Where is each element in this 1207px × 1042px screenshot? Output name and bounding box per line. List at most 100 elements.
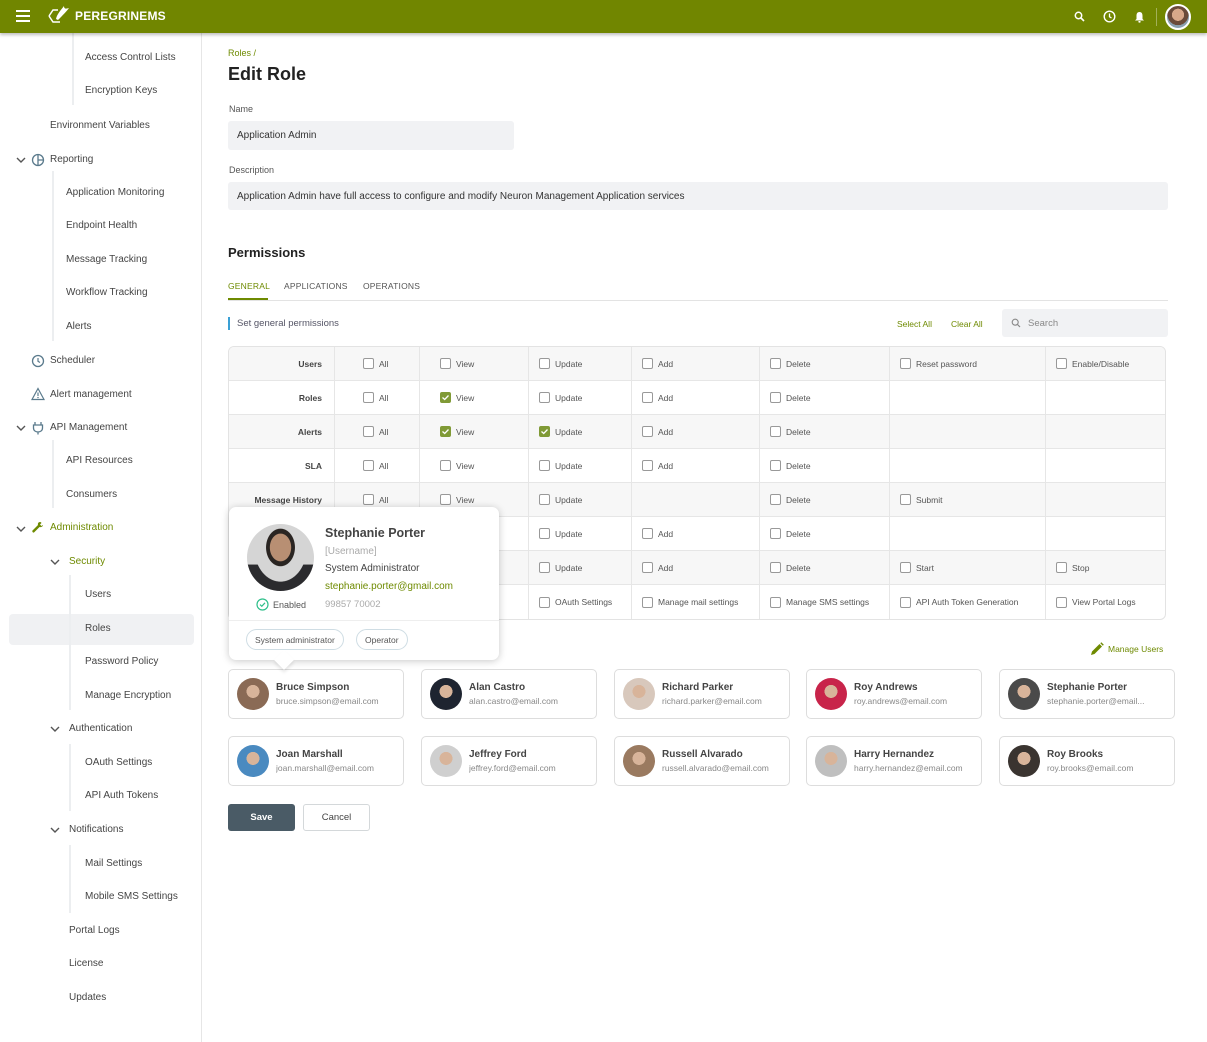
- checkbox-icon[interactable]: [642, 392, 653, 403]
- permission-checkbox[interactable]: Update: [539, 528, 582, 539]
- checkbox-icon[interactable]: [539, 596, 550, 608]
- permission-checkbox[interactable]: Delete: [770, 528, 811, 539]
- popover-email[interactable]: stephanie.porter@gmail.com: [325, 581, 453, 592]
- sidebar-item-application-monitoring[interactable]: Application Monitoring: [66, 183, 164, 203]
- permission-checkbox[interactable]: Update: [539, 358, 582, 369]
- history-button[interactable]: [1094, 0, 1124, 33]
- chevron-down-icon[interactable]: [16, 423, 26, 433]
- manage-users-link[interactable]: Manage Users: [1090, 642, 1163, 656]
- checkbox-icon[interactable]: [363, 358, 374, 369]
- sidebar-item-mobile-sms-settings[interactable]: Mobile SMS Settings: [85, 887, 178, 907]
- checkbox-icon[interactable]: [539, 392, 550, 403]
- cancel-button[interactable]: Cancel: [303, 804, 370, 831]
- checkbox-icon[interactable]: [770, 528, 781, 539]
- permission-checkbox[interactable]: Add: [642, 460, 673, 471]
- checkbox-icon[interactable]: [363, 494, 374, 505]
- permission-checkbox[interactable]: Update: [539, 460, 582, 471]
- checkbox-icon[interactable]: [363, 392, 374, 403]
- checkbox-icon[interactable]: [539, 358, 550, 369]
- sidebar-item-encryption-keys[interactable]: Encryption Keys: [85, 81, 157, 101]
- sidebar-item-roles[interactable]: Roles: [85, 619, 111, 639]
- permission-checkbox[interactable]: Submit: [900, 494, 942, 505]
- checkbox-icon[interactable]: [440, 494, 451, 505]
- permission-checkbox[interactable]: Reset password: [900, 358, 977, 369]
- name-input[interactable]: Application Admin: [228, 121, 514, 150]
- permission-checkbox[interactable]: Delete: [770, 562, 811, 573]
- permission-checkbox[interactable]: Update: [539, 392, 582, 403]
- role-chip[interactable]: Operator: [356, 629, 408, 650]
- permission-checkbox[interactable]: Delete: [770, 392, 811, 403]
- chevron-down-icon[interactable]: [16, 524, 26, 534]
- logo[interactable]: PEREGRINEMS: [47, 4, 166, 28]
- checkbox-icon[interactable]: [539, 528, 550, 539]
- description-input[interactable]: Application Admin have full access to co…: [228, 182, 1168, 210]
- user-card[interactable]: Stephanie Porter stephanie.porter@email..…: [999, 669, 1175, 719]
- checkbox-icon[interactable]: [770, 494, 781, 505]
- chevron-down-icon[interactable]: [50, 825, 60, 835]
- checkbox-icon[interactable]: [770, 426, 781, 437]
- permission-checkbox[interactable]: Manage SMS settings: [770, 596, 869, 608]
- select-all-link[interactable]: Select All: [897, 319, 932, 329]
- permission-checkbox[interactable]: View Portal Logs: [1056, 596, 1136, 608]
- user-card[interactable]: Russell Alvarado russell.alvarado@email.c…: [614, 736, 790, 786]
- sidebar-item-api-resources[interactable]: API Resources: [66, 451, 133, 471]
- checkbox-icon[interactable]: [642, 426, 653, 437]
- checkbox-checked-icon[interactable]: [440, 392, 451, 403]
- tab-operations[interactable]: OPERATIONS: [363, 281, 420, 291]
- permission-checkbox[interactable]: Update: [539, 562, 582, 573]
- permission-checkbox[interactable]: Delete: [770, 494, 811, 505]
- sidebar-item-users[interactable]: Users: [85, 585, 111, 605]
- permission-checkbox[interactable]: Add: [642, 358, 673, 369]
- permission-checkbox[interactable]: All: [363, 460, 388, 471]
- sidebar-item-oauth-settings[interactable]: OAuth Settings: [85, 753, 152, 773]
- permission-checkbox[interactable]: All: [363, 358, 388, 369]
- menu-icon[interactable]: [16, 10, 30, 22]
- permission-checkbox[interactable]: Add: [642, 426, 673, 437]
- checkbox-icon[interactable]: [1056, 596, 1067, 608]
- user-card[interactable]: Richard Parker richard.parker@email.com: [614, 669, 790, 719]
- chevron-down-icon[interactable]: [50, 724, 60, 734]
- permission-checkbox[interactable]: Stop: [1056, 562, 1090, 573]
- sidebar-item-reporting[interactable]: Reporting: [50, 150, 93, 170]
- sidebar-item-consumers[interactable]: Consumers: [66, 485, 117, 505]
- user-card[interactable]: Alan Castro alan.castro@email.com: [421, 669, 597, 719]
- checkbox-icon[interactable]: [642, 562, 653, 573]
- sidebar-item-api-auth-tokens[interactable]: API Auth Tokens: [85, 786, 158, 806]
- permission-checkbox[interactable]: Update: [539, 426, 582, 437]
- sidebar-item-environment-variables[interactable]: Environment Variables: [50, 116, 150, 136]
- checkbox-icon[interactable]: [539, 562, 550, 573]
- permission-checkbox[interactable]: All: [363, 426, 388, 437]
- chevron-down-icon[interactable]: [50, 557, 60, 567]
- checkbox-icon[interactable]: [770, 562, 781, 573]
- tab-general[interactable]: GENERAL: [228, 281, 270, 291]
- sidebar-item-message-tracking[interactable]: Message Tracking: [66, 250, 147, 270]
- save-button[interactable]: Save: [228, 804, 295, 831]
- permission-checkbox[interactable]: View: [440, 358, 474, 369]
- user-card[interactable]: Joan Marshall joan.marshall@email.com: [228, 736, 404, 786]
- user-card[interactable]: Jeffrey Ford jeffrey.ford@email.com: [421, 736, 597, 786]
- permission-checkbox[interactable]: Delete: [770, 426, 811, 437]
- sidebar-item-manage-encryption[interactable]: Manage Encryption: [85, 686, 171, 706]
- checkbox-icon[interactable]: [1056, 562, 1067, 573]
- sidebar-item-workflow-tracking[interactable]: Workflow Tracking: [66, 283, 148, 303]
- permission-checkbox[interactable]: API Auth Token Generation: [900, 596, 1018, 608]
- user-card[interactable]: Roy Andrews roy.andrews@email.com: [806, 669, 982, 719]
- checkbox-icon[interactable]: [363, 460, 374, 471]
- permission-checkbox[interactable]: Start: [900, 562, 934, 573]
- checkbox-icon[interactable]: [440, 460, 451, 471]
- checkbox-icon[interactable]: [440, 358, 451, 369]
- permission-checkbox[interactable]: View: [440, 494, 474, 505]
- sidebar-item-administration[interactable]: Administration: [50, 518, 113, 538]
- checkbox-icon[interactable]: [900, 596, 911, 608]
- sidebar-item-alerts[interactable]: Alerts: [66, 317, 92, 337]
- permission-checkbox[interactable]: All: [363, 392, 388, 403]
- permission-checkbox[interactable]: Add: [642, 562, 673, 573]
- tab-applications[interactable]: APPLICATIONS: [284, 281, 348, 291]
- checkbox-icon[interactable]: [642, 528, 653, 539]
- clear-all-link[interactable]: Clear All: [951, 319, 983, 329]
- sidebar-item-notifications[interactable]: Notifications: [69, 820, 123, 840]
- checkbox-icon[interactable]: [363, 426, 374, 437]
- checkbox-icon[interactable]: [770, 392, 781, 403]
- checkbox-icon[interactable]: [642, 358, 653, 369]
- checkbox-icon[interactable]: [539, 460, 550, 471]
